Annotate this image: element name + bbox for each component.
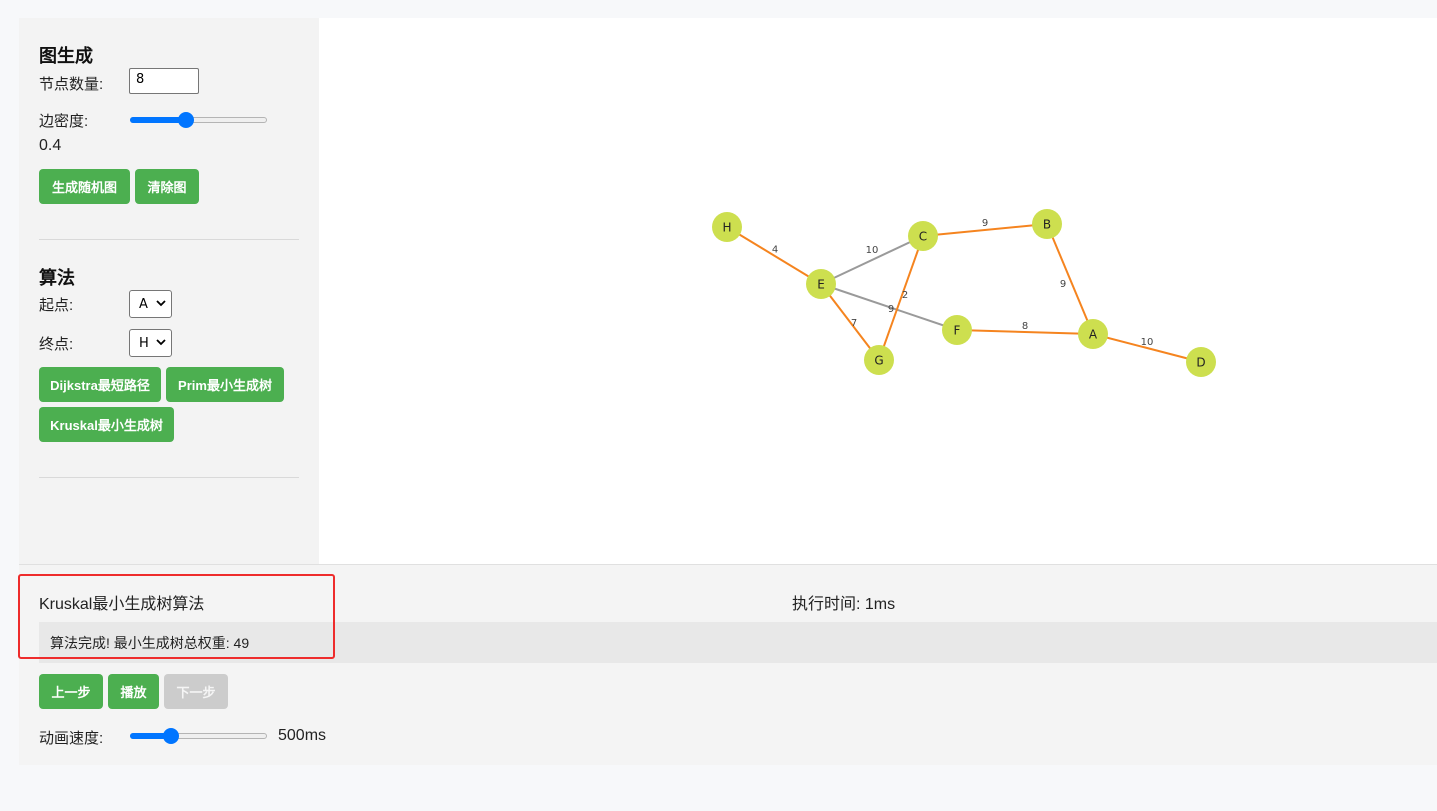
node-label: E xyxy=(817,278,825,292)
generate-random-graph-button[interactable]: 生成随机图 xyxy=(39,169,130,204)
previous-step-button[interactable]: 上一步 xyxy=(39,674,103,709)
animation-speed-label: 动画速度: xyxy=(39,730,104,747)
end-node-value: H xyxy=(139,335,149,351)
node-F[interactable]: F xyxy=(942,315,972,345)
node-count-label: 节点数量: xyxy=(39,76,104,93)
start-node-label: 起点: xyxy=(39,297,74,314)
edge-weight-label: 4 xyxy=(772,245,778,256)
node-label: C xyxy=(919,230,927,244)
slider-thumb[interactable] xyxy=(163,728,179,744)
section-divider xyxy=(39,239,299,240)
dijkstra-button[interactable]: Dijkstra最短路径 xyxy=(39,367,161,402)
node-D[interactable]: D xyxy=(1186,347,1216,377)
node-E[interactable]: E xyxy=(806,269,836,299)
node-B[interactable]: B xyxy=(1032,209,1062,239)
node-label: A xyxy=(1089,328,1098,342)
edge-density-value: 0.4 xyxy=(39,137,62,154)
play-button[interactable]: 播放 xyxy=(108,674,159,709)
end-node-label: 终点: xyxy=(39,336,74,353)
edge-weight-label: 10 xyxy=(866,245,879,256)
edge-weight-label: 7 xyxy=(851,318,857,329)
node-label: B xyxy=(1043,218,1051,232)
node-label: G xyxy=(874,354,883,368)
chevron-down-icon xyxy=(156,300,166,307)
animation-speed-slider[interactable] xyxy=(130,728,267,744)
graph-canvas[interactable]: 4 10 9 9 9 2 7 8 10 HCBEFAGD xyxy=(319,18,1437,564)
graph-svg[interactable]: 4 1099927 810 HCBEF AG D xyxy=(319,18,1437,564)
node-label: F xyxy=(954,324,961,338)
clear-graph-button[interactable]: 清除图 xyxy=(135,169,199,204)
algorithm-title: 算法 xyxy=(39,268,75,288)
next-step-button[interactable]: 下一步 xyxy=(164,674,228,709)
start-node-value: A xyxy=(139,296,148,312)
edge-weight-label: 9 xyxy=(888,304,894,315)
edge-density-label: 边密度: xyxy=(39,113,89,130)
highlight-annotation-box xyxy=(18,574,335,659)
graph-generation-title: 图生成 xyxy=(39,46,93,66)
start-node-select[interactable]: A xyxy=(129,290,172,318)
edge-weight-label: 10 xyxy=(1141,337,1154,348)
chevron-down-icon xyxy=(156,339,166,346)
prim-button[interactable]: Prim最小生成树 xyxy=(166,367,284,402)
slider-thumb[interactable] xyxy=(178,112,194,128)
end-node-select[interactable]: H xyxy=(129,329,172,357)
node-A[interactable]: A xyxy=(1078,319,1108,349)
edge-weight-label: 2 xyxy=(902,290,908,301)
control-sidebar: 图生成 节点数量: 8 边密度: 0.4 生成随机图 清除图 算法 起点: A … xyxy=(19,18,319,564)
node-G[interactable]: G xyxy=(864,345,894,375)
edge-B-A xyxy=(1046,223,1094,335)
node-count-input[interactable]: 8 xyxy=(129,68,199,94)
execution-time: 执行时间: 1ms xyxy=(792,596,896,613)
node-label: H xyxy=(722,221,731,235)
edge-H-E xyxy=(726,226,822,285)
node-H[interactable]: H xyxy=(712,212,742,242)
edge-density-slider[interactable] xyxy=(130,112,267,128)
node-C[interactable]: C xyxy=(908,221,938,251)
section-divider xyxy=(39,477,299,478)
node-label: D xyxy=(1196,356,1205,370)
edge-weight-label: 8 xyxy=(1022,321,1028,332)
kruskal-button[interactable]: Kruskal最小生成树 xyxy=(39,407,174,442)
edge-weight-label: 9 xyxy=(982,218,988,229)
edge-weight-label: 9 xyxy=(1060,279,1066,290)
animation-speed-value: 500ms xyxy=(278,727,327,744)
